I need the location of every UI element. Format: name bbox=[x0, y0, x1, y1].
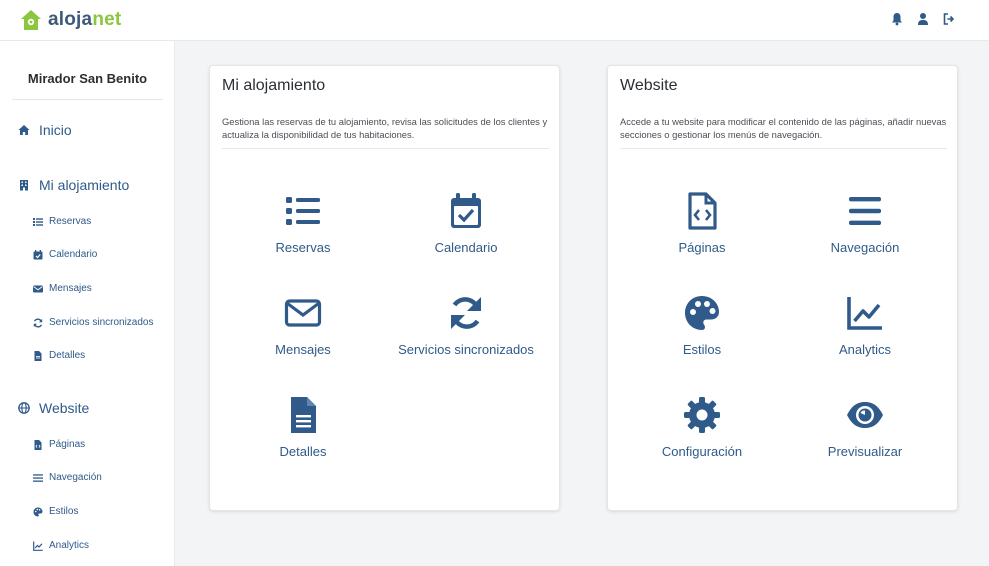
envelope-icon bbox=[33, 285, 43, 292]
sidebar-item-estilos[interactable]: Estilos bbox=[33, 506, 78, 517]
tile-detalles[interactable]: Detalles bbox=[221, 396, 385, 476]
calendar-icon bbox=[33, 249, 43, 259]
card-title: Mi alojamiento bbox=[222, 77, 326, 94]
palette-icon bbox=[33, 507, 43, 516]
chart-line-icon bbox=[847, 297, 882, 330]
sidebar-item-detalles[interactable]: Detalles bbox=[33, 350, 85, 361]
sidebar-item-mensajes[interactable]: Mensajes bbox=[33, 283, 92, 294]
sidebar-item-calendario[interactable]: Calendario bbox=[33, 249, 97, 260]
bars-icon bbox=[849, 197, 881, 225]
card-mi-alojamiento: Mi alojamiento Gestiona las reservas de … bbox=[209, 65, 560, 511]
chart-line-icon bbox=[33, 541, 43, 551]
divider bbox=[12, 99, 163, 100]
bars-icon bbox=[33, 473, 43, 482]
bell-icon[interactable] bbox=[891, 12, 903, 26]
sidebar-item-mi-alojamiento[interactable]: Mi alojamiento bbox=[18, 177, 129, 193]
home-icon bbox=[18, 125, 30, 135]
sidebar-item-website[interactable]: Website bbox=[18, 400, 89, 416]
eye-icon bbox=[847, 402, 883, 428]
sidebar-item-analytics[interactable]: Analytics bbox=[33, 540, 89, 551]
tile-servicios-sincronizados[interactable]: Servicios sincronizados bbox=[384, 294, 548, 374]
user-icon[interactable] bbox=[917, 12, 929, 26]
file-alt-icon bbox=[291, 397, 316, 433]
list-icon bbox=[286, 197, 320, 225]
sidebar-item-paginas[interactable]: Páginas bbox=[33, 439, 85, 450]
tile-estilos[interactable]: Estilos bbox=[620, 294, 784, 374]
house-logo-icon bbox=[21, 10, 41, 30]
tile-mensajes[interactable]: Mensajes bbox=[221, 294, 385, 374]
card-description: Accede a tu website para modificar el co… bbox=[620, 116, 947, 140]
logout-icon[interactable] bbox=[943, 12, 955, 26]
divider bbox=[222, 148, 549, 149]
sync-icon bbox=[33, 317, 43, 328]
file-code-icon bbox=[688, 192, 717, 230]
tile-calendario[interactable]: Calendario bbox=[384, 192, 548, 272]
file-icon bbox=[34, 350, 42, 361]
sync-icon bbox=[451, 297, 481, 329]
palette-icon bbox=[685, 296, 719, 330]
card-description: Gestiona las reservas de tu alojamiento,… bbox=[222, 116, 548, 140]
brand-name: alojanet bbox=[48, 9, 122, 30]
tile-reservas[interactable]: Reservas bbox=[221, 192, 385, 272]
sidebar-item-inicio[interactable]: Inicio bbox=[18, 122, 72, 138]
sidebar: Mirador San Benito Inicio Mi alojamiento… bbox=[0, 41, 175, 566]
calendar-check-icon bbox=[451, 193, 481, 228]
tile-configuracion[interactable]: Configuración bbox=[620, 396, 784, 476]
property-name: Mirador San Benito bbox=[27, 71, 148, 86]
list-icon bbox=[33, 217, 43, 226]
file-code-icon bbox=[34, 439, 42, 450]
tile-navegacion[interactable]: Navegación bbox=[783, 192, 947, 272]
tile-analytics[interactable]: Analytics bbox=[783, 294, 947, 374]
brand-logo[interactable]: alojanet bbox=[20, 9, 121, 31]
cog-icon bbox=[684, 397, 720, 433]
sidebar-item-reservas[interactable]: Reservas bbox=[33, 216, 91, 227]
tile-paginas[interactable]: Páginas bbox=[620, 192, 784, 272]
globe-icon bbox=[18, 402, 30, 414]
sidebar-item-navegacion[interactable]: Navegación bbox=[33, 472, 102, 483]
sidebar-item-servicios-sincronizados[interactable]: Servicios sincronizados bbox=[33, 317, 154, 328]
card-website: Website Accede a tu website para modific… bbox=[607, 65, 958, 511]
building-icon bbox=[20, 180, 28, 191]
divider bbox=[620, 148, 947, 149]
envelope-icon bbox=[284, 299, 322, 327]
tile-previsualizar[interactable]: Previsualizar bbox=[783, 396, 947, 476]
top-bar: alojanet bbox=[0, 0, 989, 41]
card-title: Website bbox=[620, 77, 678, 94]
